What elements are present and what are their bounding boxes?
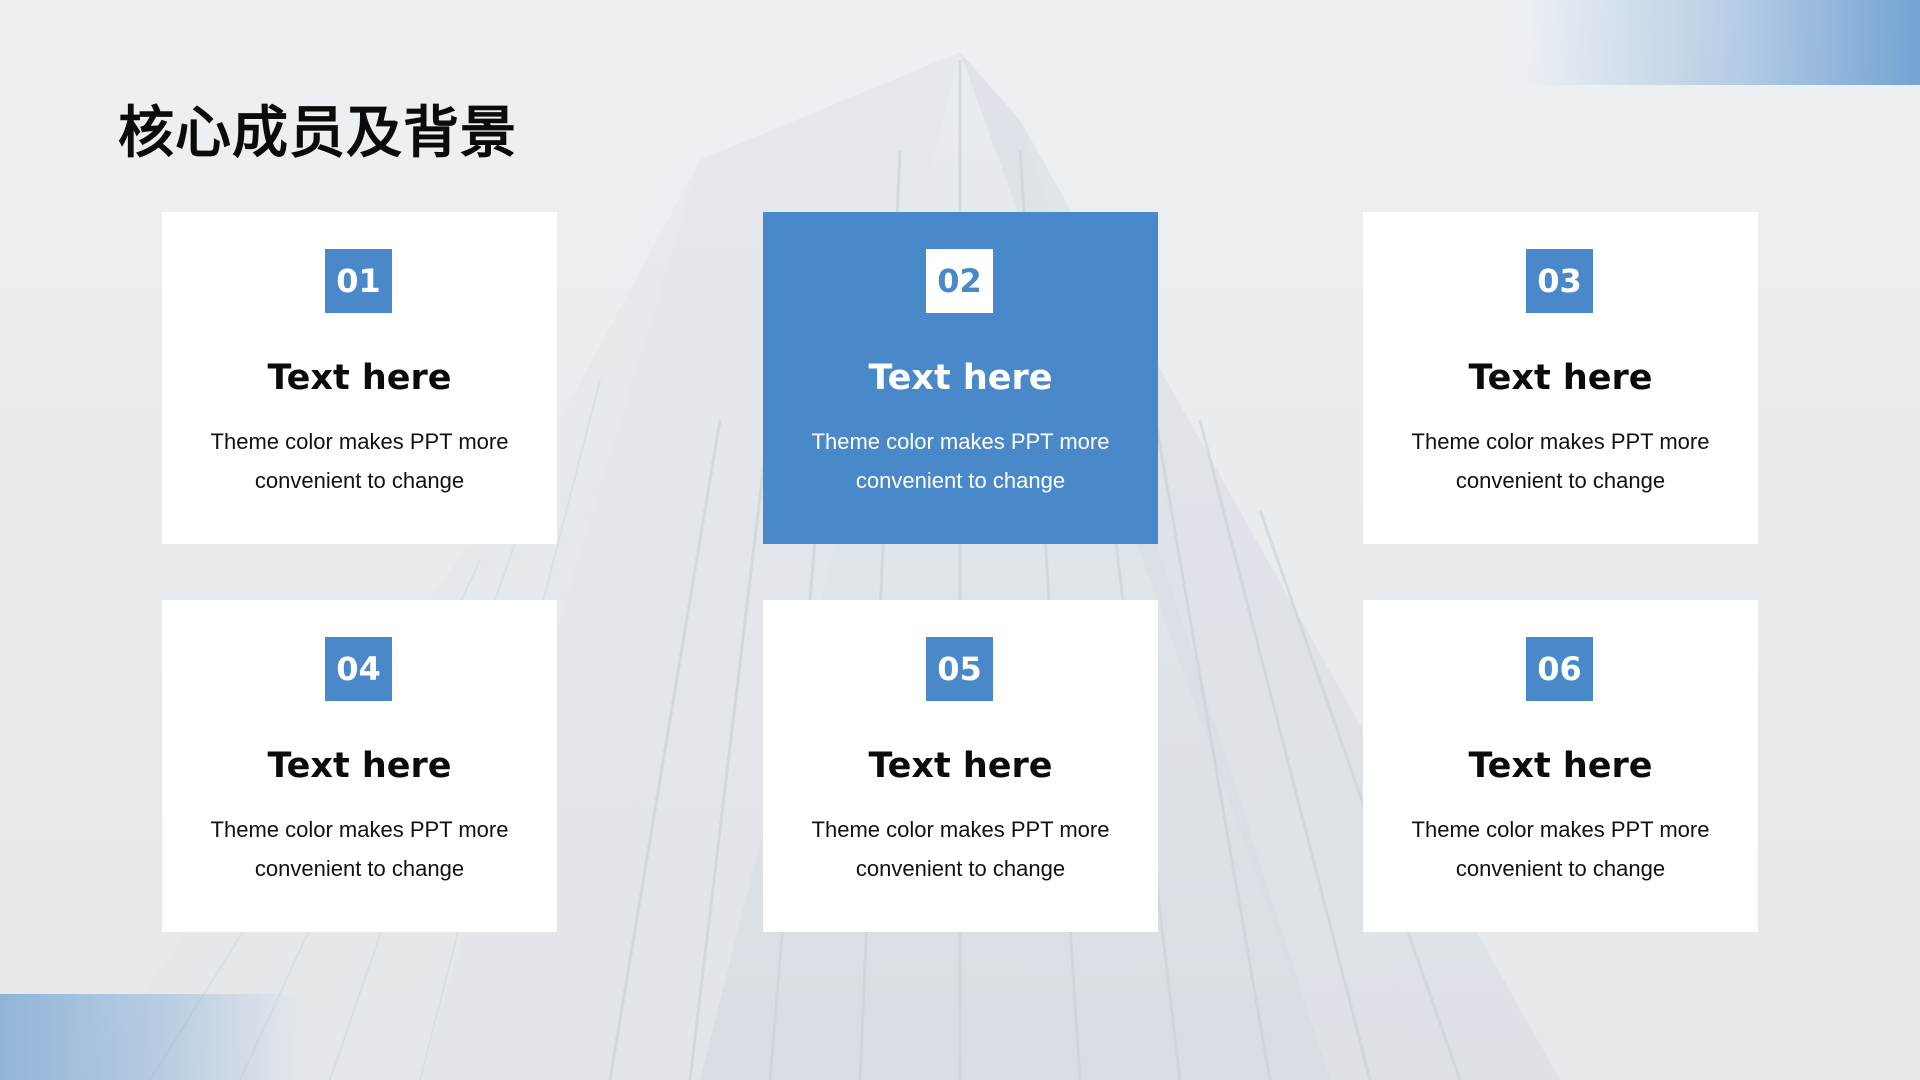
card-description-line: convenient to change xyxy=(1455,856,1666,881)
card-description-line: convenient to change xyxy=(254,856,465,881)
card-number-badge: 01 xyxy=(325,249,392,313)
card-description: Theme color makes PPT more convenient to… xyxy=(793,810,1128,888)
member-card-05: 05 Text here Theme color makes PPT more … xyxy=(763,600,1158,932)
card-number-badge: 04 xyxy=(325,637,392,701)
card-description-line: convenient to change xyxy=(855,468,1066,493)
card-heading: Text here xyxy=(868,358,1053,398)
card-number-badge: 03 xyxy=(1526,249,1593,313)
card-description-line: Theme color makes PPT more xyxy=(210,817,509,842)
card-heading: Text here xyxy=(1468,358,1653,398)
card-description-line: convenient to change xyxy=(254,468,465,493)
card-description-line: Theme color makes PPT more xyxy=(811,817,1110,842)
card-description: Theme color makes PPT more convenient to… xyxy=(793,422,1128,500)
card-description-line: Theme color makes PPT more xyxy=(1411,817,1710,842)
card-description: Theme color makes PPT more convenient to… xyxy=(1393,810,1728,888)
card-description-line: Theme color makes PPT more xyxy=(210,429,509,454)
member-card-04: 04 Text here Theme color makes PPT more … xyxy=(162,600,557,932)
card-description-line: Theme color makes PPT more xyxy=(1411,429,1710,454)
card-heading: Text here xyxy=(267,746,452,786)
top-right-accent-bar xyxy=(1520,0,1920,85)
card-description-line: convenient to change xyxy=(1455,468,1666,493)
card-number-badge: 02 xyxy=(926,249,993,313)
member-card-01: 01 Text here Theme color makes PPT more … xyxy=(162,212,557,544)
card-heading: Text here xyxy=(868,746,1053,786)
member-cards-grid: 01 Text here Theme color makes PPT more … xyxy=(162,212,1758,932)
card-description-line: Theme color makes PPT more xyxy=(811,429,1110,454)
member-card-02-highlighted: 02 Text here Theme color makes PPT more … xyxy=(763,212,1158,544)
card-description: Theme color makes PPT more convenient to… xyxy=(192,810,527,888)
card-heading: Text here xyxy=(1468,746,1653,786)
bottom-left-accent-bar xyxy=(0,994,300,1080)
card-description: Theme color makes PPT more convenient to… xyxy=(1393,422,1728,500)
card-description-line: convenient to change xyxy=(855,856,1066,881)
page-title: 核心成员及背景 xyxy=(118,101,517,166)
member-card-06: 06 Text here Theme color makes PPT more … xyxy=(1363,600,1758,932)
card-number-badge: 05 xyxy=(926,637,993,701)
card-number-badge: 06 xyxy=(1526,637,1593,701)
card-heading: Text here xyxy=(267,358,452,398)
card-description: Theme color makes PPT more convenient to… xyxy=(192,422,527,500)
member-card-03: 03 Text here Theme color makes PPT more … xyxy=(1363,212,1758,544)
